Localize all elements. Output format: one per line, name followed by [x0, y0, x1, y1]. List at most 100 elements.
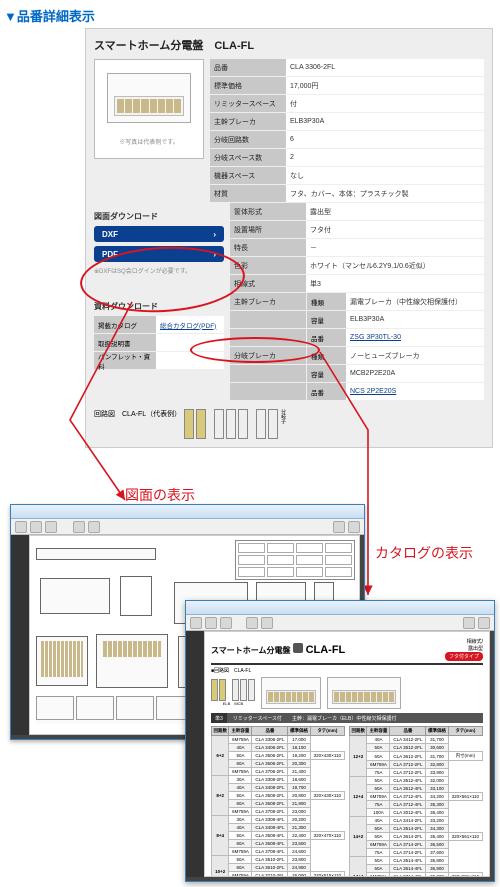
catalog-cell: 60A	[367, 752, 390, 761]
catalog-cell: 60A	[367, 833, 390, 841]
viewer-toolbar	[11, 519, 364, 535]
catalog-cell: 50A	[367, 744, 390, 752]
product-image: ※写真は代表例です。	[94, 59, 204, 159]
catalog-cell: 50A	[229, 856, 252, 864]
catalog-cell: 23,800	[288, 856, 310, 864]
spec-label: 分岐スペース数	[210, 149, 286, 166]
catalog-cell: CLA 3706-2FL	[252, 768, 288, 776]
catalog-cell: 50A	[229, 832, 252, 840]
toolbar-button[interactable]	[190, 617, 202, 629]
catalog-cell: 40A	[229, 744, 252, 752]
spec-value: 付	[286, 99, 484, 109]
catalog-th: 品番	[252, 727, 288, 736]
catalog-group-cell: 8+4	[212, 816, 229, 856]
spec-label	[230, 383, 306, 400]
catalog-cell: CLA 3306-2FL	[252, 736, 288, 744]
catalog-row: 6M759ACLA 3712-2FL32,800	[350, 761, 483, 769]
toolbar-button[interactable]	[205, 617, 217, 629]
catalog-cell: CLA 3514-2FL	[390, 825, 426, 833]
detail-panel: スマートホーム分電盤 CLA-FL ※写真は代表例です。 品番CLA 3306-…	[85, 28, 493, 448]
spec-row: 主幹ブレーカ種類漏電ブレーカ（中性線欠相保護付）	[230, 293, 484, 311]
spec-value: ホワイト（マンセル6.2Y9.1/0.6近似）	[306, 261, 484, 271]
spec-label: 色彩	[230, 257, 306, 274]
toolbar-button[interactable]	[348, 521, 360, 533]
catalog-cell: 33,900	[426, 769, 448, 777]
catalog-type-line1: 相線式/	[445, 638, 483, 645]
catalog-cell: 60A	[229, 800, 252, 808]
catalog-row: 75ACLA 3714-2FL37,600	[350, 849, 483, 857]
catalog-cell: 60A	[367, 865, 390, 873]
catalog-cell: 38,000	[426, 873, 448, 878]
catalog-cell: CLA 3308-4FL	[252, 816, 288, 824]
catalog-heading: スマートホーム分電盤	[211, 646, 291, 655]
catalog-cell: 75A	[367, 769, 390, 777]
catalog-th: 回路数	[350, 727, 367, 736]
catalog-row: 75ACLA 3712-4FL35,300	[350, 801, 483, 809]
catalog-cell: 35,400	[426, 833, 448, 841]
toolbar-button[interactable]	[246, 617, 258, 629]
catalog-th: 主幹容量	[229, 727, 252, 736]
viewer-toolbar	[186, 615, 494, 631]
catalog-row: 50ACLA 3508-2FL20,800320×430×110	[212, 792, 345, 800]
catalog-sub-heading: ■回路図 CLA-FL	[211, 667, 483, 674]
catalog-model: CLA-FL	[306, 644, 346, 656]
catalog-cell: 40A	[367, 817, 390, 825]
catalog-pdf-link[interactable]: 総合カタログ(PDF)	[160, 323, 216, 330]
spec-value: 2	[286, 154, 484, 161]
catalog-cell: 36,500	[426, 841, 448, 849]
part-number-link[interactable]: ZSG 3P30TL-30	[350, 334, 401, 341]
catalog-cell: CLA 3512-2FL	[390, 744, 426, 752]
dxf-button[interactable]: DXF ›	[94, 226, 224, 242]
spec-row: 品番 ZSG 3P30TL-30	[230, 329, 484, 347]
drawing-dl-title: 図面ダウンロード	[94, 211, 224, 222]
toolbar-button[interactable]	[478, 617, 490, 629]
toolbar-button[interactable]	[463, 617, 475, 629]
toolbar-button[interactable]	[261, 617, 273, 629]
catalog-cell: 18,600	[288, 776, 310, 784]
viewer-sidebar[interactable]	[186, 631, 204, 877]
part-number-link[interactable]: NCS 2P2E20S	[350, 388, 396, 395]
doc-value: 総合カタログ(PDF)	[156, 320, 224, 330]
toolbar-button[interactable]	[220, 617, 232, 629]
toolbar-button[interactable]	[15, 521, 27, 533]
catalog-row: 60ACLA 3612-4FL33,100	[350, 785, 483, 793]
toolbar-button[interactable]	[88, 521, 100, 533]
toolbar-button[interactable]	[73, 521, 85, 533]
catalog-cell: 6M759A	[367, 873, 390, 878]
catalog-cell: 320×561×110	[448, 793, 482, 801]
catalog-cell: 50A	[367, 825, 390, 833]
catalog-cell: 40A	[229, 784, 252, 792]
catalog-cell: 6M759A	[229, 736, 252, 744]
spec-row: 設置場所フタ付	[230, 221, 484, 239]
catalog-cell: CLA 3408-2FL	[252, 784, 288, 792]
viewer-sidebar[interactable]	[11, 535, 29, 735]
toolbar-button[interactable]	[45, 521, 57, 533]
catalog-row: 6M759ACLA 3710-2FL26,000320×515×110	[212, 872, 345, 878]
spec-label: リミッタースペース	[210, 95, 286, 112]
catalog-strip-mid: リミッタースペース付	[227, 715, 288, 722]
catalog-cell: 6M759A	[367, 841, 390, 849]
catalog-cell: 320×430×110	[310, 752, 344, 760]
catalog-cell: CLA 3710-2FL	[252, 872, 288, 878]
toolbar-button[interactable]	[30, 521, 42, 533]
drawing-title-block	[235, 540, 355, 580]
spec-row: 容量ELB3P30A	[230, 311, 484, 329]
catalog-row: 50ACLA 3514-2FL34,300	[350, 825, 483, 833]
catalog-row: 60ACLA 3606-2FL20,300	[212, 760, 345, 768]
window-titlebar[interactable]	[186, 601, 494, 615]
catalog-cell: 30,600	[426, 744, 448, 752]
catalog-cell: CLA 3606-2FL	[252, 760, 288, 768]
catalog-cell: 33,200	[426, 817, 448, 825]
pdf-button[interactable]: PDF ›	[94, 246, 224, 262]
catalog-table: 回路数主幹容量品番標準価格タテ(mm)6+26M759ACLA 3306-2FL…	[211, 726, 345, 877]
doc-row: 掲載カタログ総合カタログ(PDF)	[94, 316, 224, 334]
spec-sublabel: 品番	[306, 329, 346, 346]
catalog-group-cell: 14+4	[350, 857, 367, 878]
spec-sublabel: 容量	[306, 365, 346, 382]
catalog-row: 6M759ACLA 3712-4FL34,200320×561×110	[350, 793, 483, 801]
toolbar-button[interactable]	[333, 521, 345, 533]
spec-label: 標準価格	[210, 77, 286, 94]
spec-value: ZSG 3P30TL-30	[346, 334, 484, 341]
window-titlebar[interactable]	[11, 505, 364, 519]
catalog-cell: 6M759A	[229, 808, 252, 816]
